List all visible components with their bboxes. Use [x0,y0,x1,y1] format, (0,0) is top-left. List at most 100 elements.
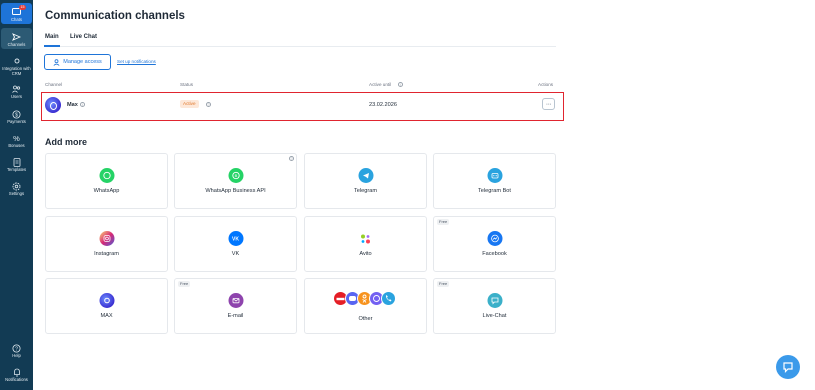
tab-live-chat[interactable]: Live Chat [70,34,97,40]
channel-card-instagram[interactable]: Instagram [45,216,168,272]
svg-text:B: B [234,173,237,178]
whatsapp-icon [99,168,114,183]
card-label: WhatsApp [93,188,120,194]
send-icon [12,32,22,42]
sidebar: Chats 15 Channels Integration with CRM U… [0,0,33,390]
card-label: Other [358,316,373,322]
active-until-date: 23.02.2026 [369,102,397,108]
help-icon: ? [12,343,22,353]
sidebar-item-label: Users [11,94,22,99]
max-logo-icon [45,97,61,113]
percent-icon: % [12,133,22,143]
email-icon [228,293,243,308]
tabs-divider [44,46,556,47]
card-label: Live-Chat [482,313,507,319]
max-icon [99,293,114,308]
sidebar-item-label: Notifications [5,377,28,382]
column-header-channel: Channel [45,82,63,87]
sidebar-item-bonuses[interactable]: % Bonuses [1,133,32,151]
sidebar-item-help[interactable]: ? Help [1,343,32,361]
help-circle-icon[interactable]: ? [206,102,211,107]
telegram-icon [358,168,373,183]
add-more-heading: Add more [45,137,88,147]
chats-count-badge: 15 [19,5,26,10]
tab-main[interactable]: Main [45,34,59,40]
card-label: VK [231,251,240,257]
channel-card-avito[interactable]: Avito [304,216,427,272]
sidebar-item-label: Chats [11,17,22,22]
phone-icon [381,291,396,306]
sidebar-item-settings[interactable]: Settings [1,181,32,199]
dollar-icon: $ [12,109,22,119]
svg-text:VK: VK [232,237,239,243]
active-tab-indicator [44,45,60,47]
support-chat-button[interactable] [776,355,800,379]
channel-card-vk[interactable]: VK VK [174,216,297,272]
telegram-bot-icon [487,168,502,183]
card-label: WhatsApp Business API [205,188,266,194]
info-icon[interactable]: i [398,82,403,87]
channel-card-facebook[interactable]: Free Facebook [433,216,556,272]
card-label: Facebook [482,251,507,257]
bell-icon [12,367,22,377]
manage-access-label: Manage access [63,59,102,65]
column-header-actions: Actions [538,82,554,87]
sidebar-item-label: Bonuses [8,143,25,148]
sidebar-item-label: Payments [7,119,26,124]
card-label: Instagram [94,251,119,257]
channel-card-telegram[interactable]: Telegram [304,153,427,209]
user-icon [53,58,60,66]
card-label: Avito [359,251,372,257]
sidebar-item-chats[interactable]: Chats 15 [1,3,32,24]
free-badge: Free [437,219,450,225]
channel-name: Max [67,102,78,108]
sidebar-item-users[interactable]: Users [1,84,32,102]
sidebar-item-label: Integration with CRM [2,66,31,76]
page-title: Communication channels [45,10,185,22]
card-label: Telegram Bot [478,188,511,194]
sidebar-item-label: Channels [7,42,26,47]
card-label: Telegram [353,188,377,194]
gear-icon [12,181,22,191]
help-circle-icon[interactable]: ? [289,156,294,161]
channel-card-live-chat[interactable]: Free Live-Chat [433,278,556,334]
free-badge: Free [178,281,191,287]
integration-icon [12,56,22,66]
channel-card-other[interactable]: Other [304,278,427,334]
manage-access-button[interactable]: Manage access [44,54,111,70]
info-icon[interactable]: i [80,102,85,107]
svg-text:?: ? [15,346,18,352]
card-label: E-mail [227,313,244,319]
sidebar-item-notifications[interactable]: Notifications [1,367,32,387]
channel-card-whatsapp[interactable]: WhatsApp [45,153,168,209]
chat-bubble-icon [783,362,793,373]
column-header-active-until: Active until [369,82,392,87]
table-row [41,92,564,121]
sidebar-item-label: Help [12,353,21,358]
sidebar-item-payments[interactable]: $ Payments [1,109,32,127]
channel-card-max[interactable]: MAX [45,278,168,334]
channel-card-telegram-bot[interactable]: Telegram Bot [433,153,556,209]
free-badge: Free [437,281,450,287]
channel-card-whatsapp-business-api[interactable]: ? B WhatsApp Business API [174,153,297,209]
sidebar-item-templates[interactable]: Templates [1,157,32,175]
avito-icon [358,231,373,246]
other-icons [333,291,396,307]
row-actions-button[interactable]: ··· [542,98,555,110]
card-label: MAX [100,313,113,319]
svg-text:%: % [13,134,20,143]
whatsapp-business-icon: B [228,168,243,183]
sidebar-item-channels[interactable]: Channels [1,28,32,49]
svg-text:$: $ [15,112,18,118]
column-header-status: Status [180,82,194,87]
users-icon [12,84,22,94]
status-badge: Active [180,100,199,108]
setup-notifications-link[interactable]: Set up notifications [117,59,156,64]
sidebar-item-label: Settings [8,191,25,196]
instagram-icon [99,231,114,246]
live-chat-icon [487,293,502,308]
sidebar-item-integration[interactable]: Integration with CRM [1,56,32,80]
vk-icon: VK [228,231,243,246]
document-icon [12,157,22,167]
channel-card-email[interactable]: Free E-mail [174,278,297,334]
